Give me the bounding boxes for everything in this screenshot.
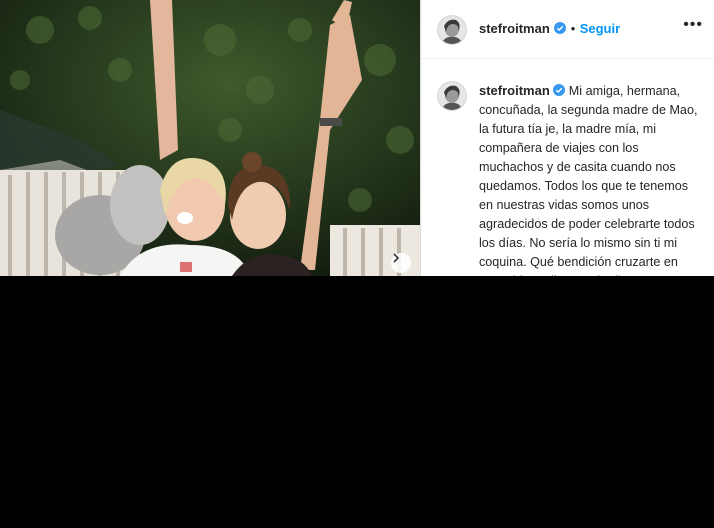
follow-button[interactable]: Seguir (580, 21, 620, 36)
post-caption: stefroitman Mi amiga, hermana, concuñada… (479, 81, 705, 276)
verified-badge-icon (553, 84, 566, 96)
post-sidebar: stefroitman • Seguir ••• stefroitman Mi … (420, 0, 714, 276)
caption-text: Mi amiga, hermana, concuñada, la segunda… (479, 84, 698, 276)
verified-badge-icon (554, 22, 567, 34)
next-photo-button[interactable] (391, 253, 411, 273)
avatar[interactable] (437, 15, 467, 45)
empty-black-area (0, 276, 714, 528)
instagram-post-card: stefroitman • Seguir ••• stefroitman Mi … (0, 0, 714, 276)
more-options-icon[interactable]: ••• (683, 16, 703, 34)
post-photo-illustration (0, 0, 420, 276)
post-photo[interactable] (0, 0, 420, 276)
header-username[interactable]: stefroitman (479, 21, 550, 36)
avatar-image (438, 16, 466, 44)
chevron-right-icon (393, 253, 400, 263)
post-header: stefroitman • Seguir ••• (421, 0, 714, 59)
avatar-image (438, 82, 466, 110)
caption-avatar[interactable] (437, 81, 467, 111)
caption-username[interactable]: stefroitman (479, 83, 550, 98)
separator-dot: • (570, 21, 576, 36)
